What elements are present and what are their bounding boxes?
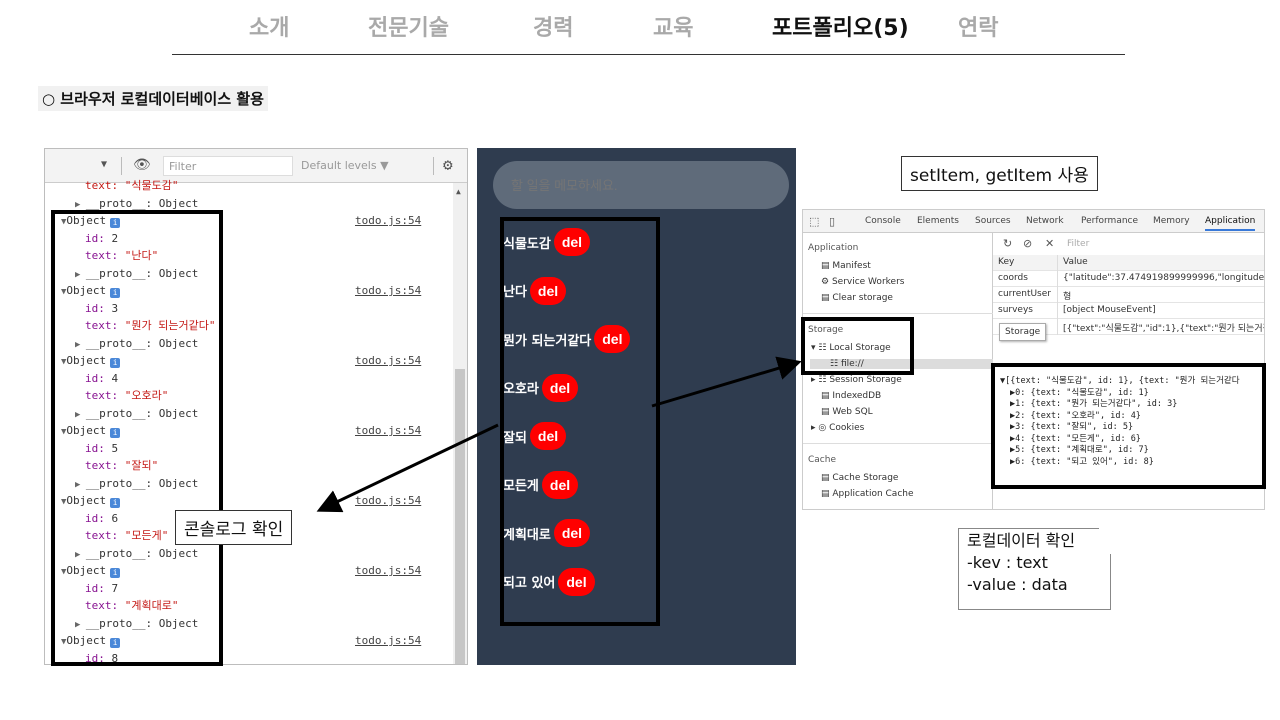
row-value: 형	[1063, 292, 1072, 302]
proto-row: ▶ __proto__: Object	[75, 197, 198, 211]
sidebar-item-indexeddb[interactable]: ▤ IndexedDB	[821, 391, 881, 401]
note-border	[1110, 554, 1111, 610]
sidebar-item-cookies[interactable]: ▸ ◎ Cookies	[811, 423, 864, 433]
note-key: -kev : text	[967, 553, 1048, 572]
table-header: Key Value	[993, 255, 1264, 271]
sidebar-item-clear-storage[interactable]: ▤ Clear storage	[821, 293, 893, 303]
nav-item-5[interactable]: 연락	[958, 10, 998, 42]
block-icon[interactable]: ⊘	[1023, 237, 1032, 250]
tab-performance[interactable]: Performance	[1081, 216, 1138, 226]
todo-input[interactable]	[493, 161, 789, 209]
sidebar-item-session-storage[interactable]: ▸ ☷ Session Storage	[811, 375, 902, 385]
sidebar-divider	[803, 443, 993, 444]
nav-item-1[interactable]: 전문기술	[368, 10, 449, 42]
nav-item-0[interactable]: 소개	[249, 10, 289, 42]
source-link[interactable]: todo.js:54	[355, 354, 421, 368]
row-key: coords	[998, 273, 1028, 283]
sidebar-item-manifest[interactable]: ▤ Manifest	[821, 261, 871, 271]
source-link[interactable]: todo.js:54	[355, 424, 421, 438]
setitem-label: setItem, getItem 사용	[901, 156, 1098, 191]
row-value: {"latitude":37.474919899999996,"longitud…	[1063, 273, 1265, 283]
inspect-icon[interactable]: ⬚	[809, 215, 819, 228]
toolbar-separator	[121, 157, 122, 175]
sidebar-item-web-sql[interactable]: ▤ Web SQL	[821, 407, 873, 417]
source-link[interactable]: todo.js:54	[355, 284, 421, 298]
console-highlight-box	[51, 210, 223, 666]
proto-label: __proto__: Object	[85, 196, 199, 210]
toolbar-separator	[433, 157, 434, 175]
sidebar-item-cache-storage[interactable]: ▤ Cache Storage	[821, 473, 898, 483]
tab-network[interactable]: Network	[1026, 216, 1064, 226]
table-row[interactable]: currentUser 형	[993, 287, 1264, 303]
tab-memory[interactable]: Memory	[1153, 216, 1190, 226]
row-key: currentUser	[998, 289, 1051, 299]
column-value: Value	[1063, 257, 1088, 267]
partial-row: text: "식물도감"	[85, 179, 178, 193]
eye-icon[interactable]: 👁	[133, 157, 151, 173]
sidebar-item-service-workers[interactable]: ⚙ Service Workers	[821, 277, 904, 287]
sidebar-header-application: Application	[808, 243, 859, 253]
column-key: Key	[998, 257, 1015, 267]
tab-sources[interactable]: Sources	[975, 216, 1011, 226]
sidebar-header-cache: Cache	[808, 455, 836, 465]
sidebar-divider	[803, 313, 993, 314]
storage-highlight-box	[801, 317, 914, 375]
console-toolbar: ▼ 👁 Filter Default levels ▼ ⚙	[45, 149, 467, 183]
nav-item-4[interactable]: 포트폴리오(5)	[772, 10, 909, 42]
nav-item-3[interactable]: 교육	[653, 10, 693, 42]
console-confirm-label: 콘솔로그 확인	[175, 510, 293, 545]
json-highlight-box	[991, 363, 1266, 489]
storage-filter-input[interactable]: Filter	[1067, 239, 1089, 249]
scrollbar-thumb[interactable]	[455, 369, 465, 664]
source-link[interactable]: todo.js:54	[355, 564, 421, 578]
table-row[interactable]: surveys [object MouseEvent]	[993, 303, 1264, 319]
source-link[interactable]: todo.js:54	[355, 494, 421, 508]
device-toggle-icon[interactable]: ▯	[829, 215, 835, 228]
table-row[interactable]: coords {"latitude":37.474919899999996,"lo…	[993, 271, 1265, 287]
refresh-icon[interactable]: ↻	[1003, 237, 1012, 250]
tab-console[interactable]: Console	[865, 216, 901, 226]
tab-elements[interactable]: Elements	[917, 216, 959, 226]
console-filter-input[interactable]: Filter	[163, 156, 293, 176]
column-divider	[1057, 255, 1058, 335]
nav-item-2[interactable]: 경력	[533, 10, 573, 42]
dropdown-arrow-icon[interactable]: ▼	[101, 159, 107, 170]
storage-tooltip: Storage	[999, 323, 1047, 341]
partial-text: text: "식물도감"	[85, 179, 179, 192]
local-data-note: 로컬데이터 확인 -kev : text -value : data	[958, 528, 1111, 610]
note-border	[959, 528, 1099, 529]
section-title: ○ 브라우저 로컬데이터베이스 활용	[38, 86, 268, 111]
note-title: 로컬데이터 확인	[967, 531, 1076, 550]
note-value: -value : data	[967, 575, 1068, 594]
tab-application[interactable]: Application	[1205, 216, 1256, 231]
row-value: [{"text":"식물도감","id":1},{"text":"뭔가 되는거같	[1063, 324, 1265, 334]
source-link[interactable]: todo.js:54	[355, 634, 421, 648]
default-levels-select[interactable]: Default levels ▼	[301, 159, 389, 172]
row-key: surveys	[998, 305, 1033, 315]
sidebar-item-application-cache[interactable]: ▤ Application Cache	[821, 489, 914, 499]
gear-icon[interactable]: ⚙	[443, 155, 453, 174]
devtools-tab-bar: ⬚ ▯ Console Elements Sources Network Perform…	[803, 210, 1264, 233]
row-value: [object MouseEvent]	[1063, 305, 1156, 315]
source-link[interactable]: todo.js:54	[355, 214, 421, 228]
close-icon[interactable]: ✕	[1045, 237, 1054, 250]
top-nav: 소개 전문기술 경력 교육 포트폴리오(5) 연락	[172, 6, 1125, 46]
scroll-up-icon[interactable]: ▲	[456, 187, 461, 196]
todo-highlight-box	[500, 217, 660, 626]
nav-divider	[172, 54, 1125, 55]
collapsed-triangle-icon[interactable]: ▶	[75, 200, 86, 210]
